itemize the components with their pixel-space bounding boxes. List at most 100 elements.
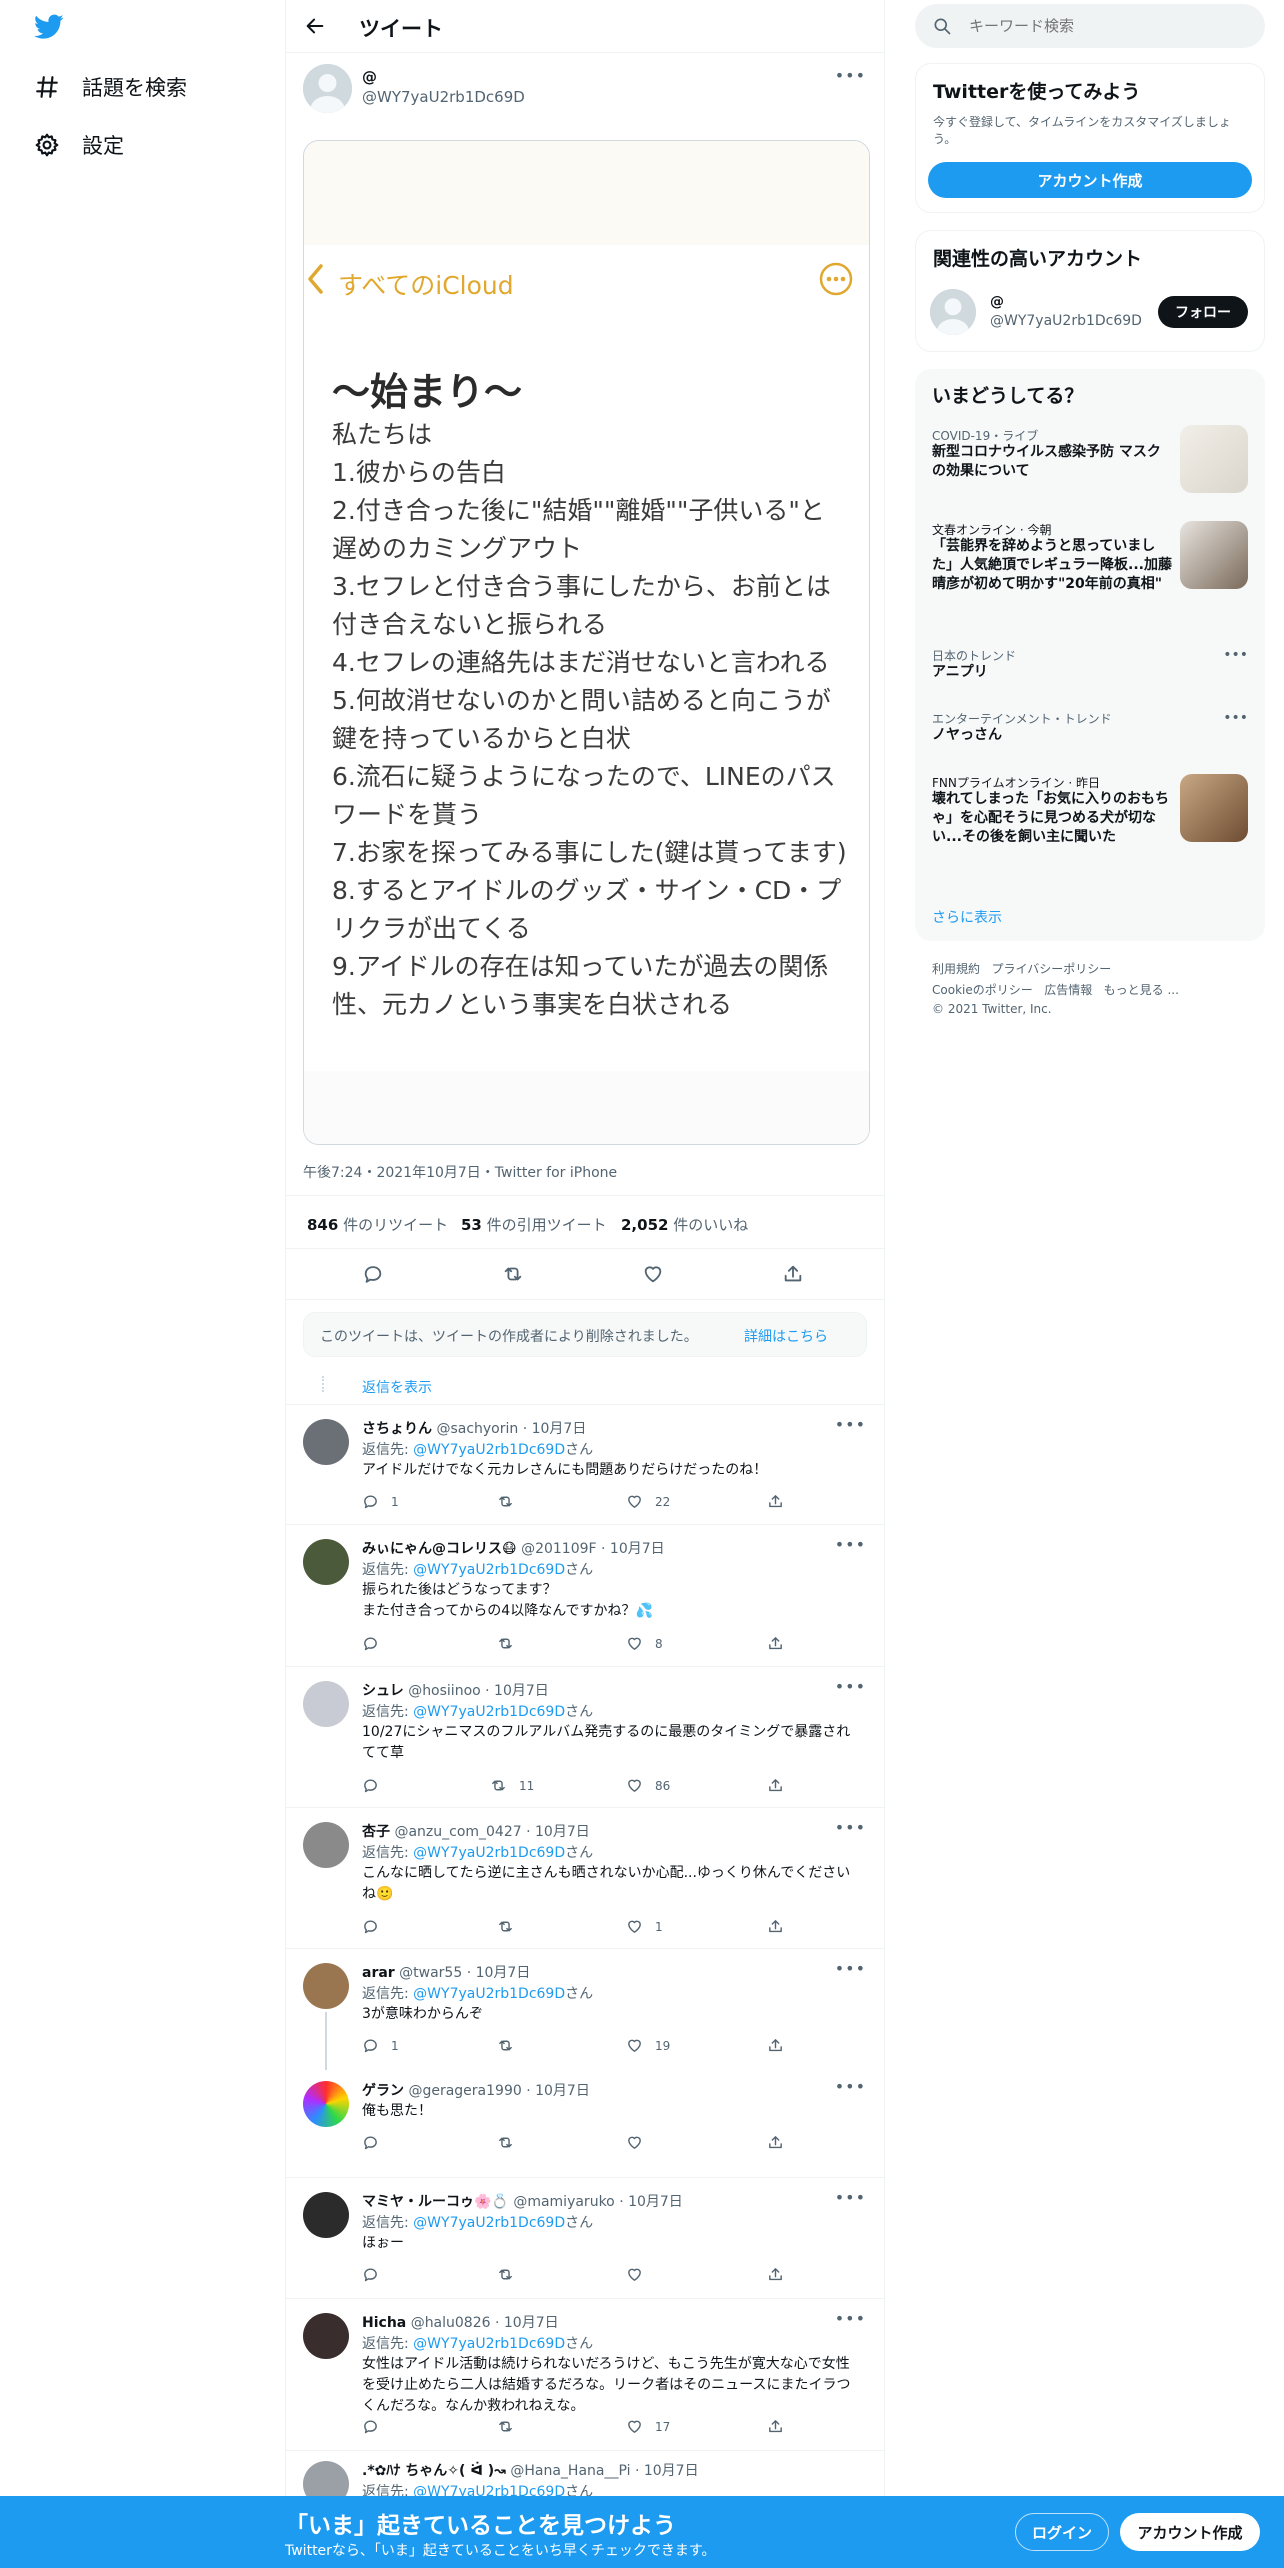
retweet-icon[interactable] [502,1263,524,1285]
reply-action[interactable] [362,1635,391,1652]
quote-stat[interactable]: 53 件の引用ツイート [461,1214,607,1235]
avatar[interactable] [930,289,976,335]
create-account-button[interactable]: アカウント作成 [928,162,1252,198]
share-action[interactable] [767,1635,784,1652]
reply-action[interactable] [362,1918,391,1935]
share-action[interactable] [767,2134,784,2151]
retweet-action[interactable] [497,1918,526,1935]
nav-explore[interactable]: 話題を検索 [34,72,187,102]
reply-action[interactable] [362,1777,391,1794]
footer-link-cookie[interactable]: Cookieのポリシー [932,983,1033,997]
reply-action[interactable] [362,2266,391,2283]
reply-action[interactable]: 1 [362,2037,399,2054]
reply-author[interactable]: .*✿ﾊﾅ ちゃん✧( ᐛ )↝ @Hana_Hana__Pi · 10月7日 [362,2460,699,2480]
reply-to-handle[interactable]: @WY7yaU2rb1Dc69D [413,1562,565,1578]
avatar[interactable] [303,2313,349,2359]
retweet-action[interactable] [497,1493,526,1510]
like-action[interactable]: 19 [626,2037,670,2054]
twitter-logo-icon[interactable] [34,14,64,40]
more-options-icon[interactable]: ••• [1223,710,1248,726]
like-action[interactable]: 1 [626,1918,663,1935]
retweet-action[interactable] [497,2266,526,2283]
reply-author[interactable]: arar @twar55 · 10月7日 [362,1962,530,1982]
search-box[interactable] [915,4,1265,48]
tweet-image[interactable]: すべてのiCloud 〜始まり〜 私たちは 1.彼からの告白 2.付き合った後に… [303,140,870,1145]
reply-tweet[interactable]: さちょりん @sachyorin · 10月7日 ••• 返信先: @WY7ya… [286,1405,884,1525]
avatar[interactable] [303,2192,349,2238]
reply-to-handle[interactable]: @WY7yaU2rb1Dc69D [413,1442,565,1458]
retweet-action[interactable] [497,2037,526,2054]
trend-item[interactable]: FNNプライムオンライン · 昨日 壊れてしまった「お気に入りのおもちゃ」を心配… [915,774,1265,884]
share-icon[interactable] [782,1263,804,1285]
footer-link-ads[interactable]: 広告情報 [1044,983,1092,997]
more-options-icon[interactable]: ••• [835,2188,866,2207]
heart-icon[interactable] [642,1263,664,1285]
reply-action[interactable] [362,2418,391,2435]
reply-tweet[interactable]: .*✿ﾊﾅ ちゃん✧( ᐛ )↝ @Hana_Hana__Pi · 10月7日 … [286,2451,884,2496]
retweet-action[interactable] [497,2418,526,2435]
more-options-icon[interactable]: ••• [835,1959,866,1978]
reply-to-handle[interactable]: @WY7yaU2rb1Dc69D [413,1986,565,2002]
like-action[interactable] [626,2266,655,2283]
avatar[interactable] [303,1539,349,1585]
related-handle[interactable]: @WY7yaU2rb1Dc69D [990,313,1142,329]
reply-tweet[interactable]: シュレ @hosiinoo · 10月7日 ••• 返信先: @WY7yaU2r… [286,1667,884,1808]
retweet-action[interactable]: 11 [490,1777,534,1794]
share-action[interactable] [767,1777,784,1794]
reply-action[interactable] [362,2134,391,2151]
tweet-meta[interactable]: 午後7:24・2021年10月7日・Twitter for iPhone [303,1162,617,1182]
footer-link-terms[interactable]: 利用規約 [932,962,980,976]
show-more-link[interactable]: さらに表示 [932,907,1002,927]
trend-item[interactable]: 日本のトレンド アニプリ ••• [915,647,1265,687]
reply-author[interactable]: さちょりん @sachyorin · 10月7日 [362,1418,586,1438]
reply-tweet[interactable]: みぃにゃん@コレリス😷 @201109F · 10月7日 ••• 返信先: @W… [286,1525,884,1667]
avatar[interactable] [303,1822,349,1868]
related-name[interactable]: @ [990,294,1004,310]
avatar[interactable] [303,2081,349,2127]
reply-to-handle[interactable]: @WY7yaU2rb1Dc69D [413,2215,565,2231]
like-action[interactable]: 22 [626,1493,670,1510]
reply-author[interactable]: シュレ @hosiinoo · 10月7日 [362,1680,549,1700]
footer-link-privacy[interactable]: プライバシーポリシー [991,962,1111,976]
avatar[interactable] [303,64,352,113]
share-action[interactable] [767,1493,784,1510]
reply-to-handle[interactable]: @WY7yaU2rb1Dc69D [413,2484,565,2496]
like-action[interactable]: 86 [626,1777,670,1794]
more-options-icon[interactable]: ••• [835,1818,866,1837]
nav-settings[interactable]: 設定 [34,130,124,160]
reply-author[interactable]: ゲラン @geragera1990 · 10月7日 [362,2080,590,2100]
author-name[interactable]: @ [362,68,377,86]
like-stat[interactable]: 2,052 件のいいね [621,1214,748,1235]
more-options-icon[interactable]: ••• [835,66,866,85]
like-action[interactable]: 8 [626,1635,663,1652]
signup-button[interactable]: アカウント作成 [1120,2513,1260,2551]
reply-to-handle[interactable]: @WY7yaU2rb1Dc69D [413,1845,565,1861]
reply-tweet[interactable]: 杏子 @anzu_com_0427 · 10月7日 ••• 返信先: @WY7y… [286,1808,884,1949]
avatar[interactable] [303,1419,349,1465]
avatar[interactable] [303,2461,349,2496]
reply-to-handle[interactable]: @WY7yaU2rb1Dc69D [413,1704,565,1720]
retweet-action[interactable] [497,1635,526,1652]
avatar[interactable] [303,1681,349,1727]
reply-tweet[interactable]: マミヤ・ルーコゥ🌸💍 @mamiyaruko · 10月7日 ••• 返信先: … [286,2178,884,2299]
reply-tweet[interactable]: Hicha @halu0826 · 10月7日 ••• 返信先: @WY7yaU… [286,2299,884,2451]
like-action[interactable] [626,2134,655,2151]
reply-author[interactable]: 杏子 @anzu_com_0427 · 10月7日 [362,1821,590,1841]
search-input[interactable] [969,14,1249,38]
follow-button[interactable]: フォロー [1158,296,1248,328]
back-arrow-icon[interactable] [304,15,326,37]
login-button[interactable]: ログイン [1015,2513,1109,2551]
reply-icon[interactable] [362,1263,384,1285]
share-action[interactable] [767,2037,784,2054]
avatar[interactable] [303,1963,349,2009]
reply-tweet[interactable]: arar @twar55 · 10月7日 ••• 返信先: @WY7yaU2rb… [286,1949,884,2070]
author-handle[interactable]: @WY7yaU2rb1Dc69D [362,88,525,106]
trend-item[interactable]: 文春オンライン · 今朝 「芸能界を辞めようと思っていました」人気絶頂でレギュラ… [915,521,1265,626]
show-replies-link[interactable]: 返信を表示 [362,1377,432,1397]
reply-author[interactable]: Hicha @halu0826 · 10月7日 [362,2312,559,2332]
share-action[interactable] [767,1918,784,1935]
reply-tweet[interactable]: ゲラン @geragera1990 · 10月7日 ••• 俺も思た！ [286,2068,884,2178]
more-options-icon[interactable]: ••• [835,1677,866,1696]
share-action[interactable] [767,2418,784,2435]
more-options-icon[interactable]: ••• [1223,647,1248,663]
